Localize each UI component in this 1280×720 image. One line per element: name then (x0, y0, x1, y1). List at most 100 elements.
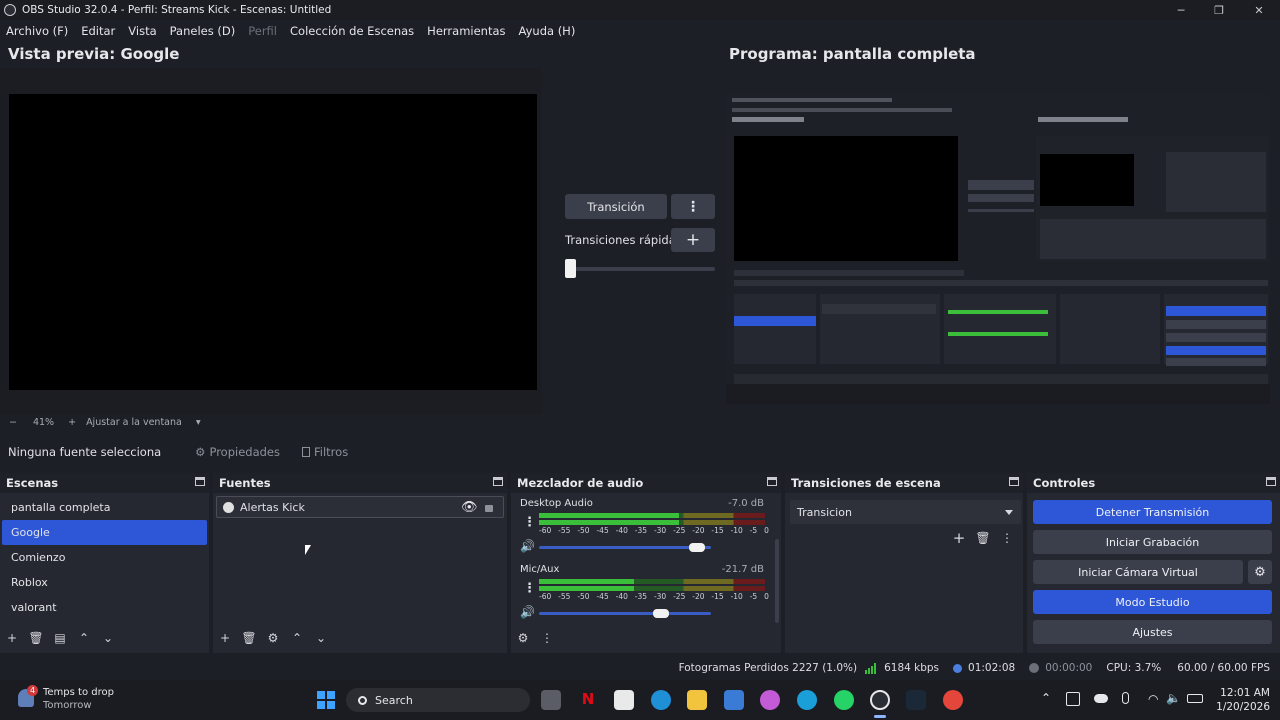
edge-icon[interactable] (651, 690, 671, 710)
volume-slider-handle[interactable] (689, 543, 706, 552)
volume-slider-handle[interactable] (653, 609, 670, 618)
transition-slider-track[interactable] (565, 267, 715, 271)
undock-icon[interactable] (195, 477, 205, 486)
eye-icon[interactable]: 👁 (461, 500, 478, 515)
clock-time[interactable]: 12:01 AM (1216, 687, 1270, 699)
preview-canvas[interactable] (9, 94, 537, 390)
trash-icon[interactable]: 🗑 (24, 631, 48, 645)
filter-icon[interactable]: ▤ (48, 631, 72, 645)
weather-title[interactable]: Temps to drop (43, 687, 114, 698)
scene-item[interactable]: pantalla completa (2, 495, 207, 520)
source-item[interactable]: Alertas Kick 👁 (216, 496, 504, 518)
volume-icon[interactable]: 🔈 (1166, 691, 1181, 705)
chrome-icon[interactable] (943, 690, 963, 710)
undock-icon[interactable] (1009, 477, 1019, 486)
scene-item[interactable]: Roblox (2, 570, 207, 595)
minimize-button[interactable]: ─ (1162, 0, 1200, 20)
undock-icon[interactable] (493, 477, 503, 486)
add-transition-icon[interactable]: + (947, 529, 971, 547)
maximize-button[interactable]: ❐ (1200, 0, 1238, 20)
move-up-icon[interactable]: ⌃ (72, 631, 96, 645)
gear-icon[interactable]: ⚙ (511, 631, 535, 645)
close-button[interactable]: ✕ (1240, 0, 1278, 20)
windows-start-icon[interactable] (317, 691, 335, 709)
start-recording-button[interactable]: Iniciar Grabación (1033, 530, 1272, 554)
gear-icon: ⚙ (195, 445, 206, 459)
transitions-toolbar: + 🗑 ⋮ (947, 527, 1019, 549)
chrome-blue-icon[interactable] (797, 690, 817, 710)
transition-select[interactable]: Transicion (790, 500, 1021, 524)
obs-icon[interactable] (870, 690, 890, 710)
transition-menu-button[interactable]: ⋮ (671, 194, 715, 219)
menu-coleccion[interactable]: Colección de Escenas (290, 24, 414, 38)
copilot-icon[interactable] (760, 690, 780, 710)
volume-slider[interactable] (539, 543, 711, 552)
whatsapp-icon[interactable] (834, 690, 854, 710)
undock-icon[interactable] (1266, 477, 1276, 486)
meter-ticks: -60 -55 -50 -45 -40 -35 -30 -25 -20 -15 -10 -5 0 (539, 526, 769, 535)
zoom-in-button[interactable]: + (68, 417, 76, 428)
store-icon[interactable] (724, 690, 744, 710)
trash-icon[interactable]: 🗑 (971, 531, 995, 545)
menu-icon[interactable]: ⋮ (535, 631, 559, 645)
move-up-icon[interactable]: ⌃ (285, 631, 309, 645)
scene-item[interactable]: valorant (2, 595, 207, 620)
menu-perfil[interactable]: Perfil (248, 24, 277, 38)
start-virtual-camera-button[interactable]: Iniciar Cámara Virtual (1033, 560, 1243, 584)
meter-tick-label: -40 (615, 592, 628, 601)
filters-label: Filtros (314, 445, 349, 459)
microphone-icon[interactable] (1122, 692, 1129, 704)
trash-icon[interactable]: 🗑 (237, 631, 261, 645)
mixer-toolbar: ⚙ ⋮ (511, 627, 559, 649)
file-explorer-icon[interactable] (687, 690, 707, 710)
menu-vista[interactable]: Vista (128, 24, 156, 38)
properties-button[interactable]: ⚙ Propiedades (195, 445, 280, 459)
transition-slider-handle[interactable] (565, 259, 576, 278)
lock-icon[interactable] (485, 505, 493, 512)
studio-mode-button[interactable]: Modo Estudio (1033, 590, 1272, 614)
tray-app-icon[interactable] (1066, 692, 1080, 706)
stop-streaming-button[interactable]: Detener Transmisión (1033, 500, 1272, 524)
roblox-icon[interactable] (614, 690, 634, 710)
clock-date[interactable]: 1/20/2026 (1206, 701, 1270, 713)
onedrive-icon[interactable] (1094, 694, 1108, 703)
filters-button[interactable]: Filtros (302, 445, 348, 459)
add-source-icon[interactable]: + (213, 631, 237, 645)
menu-ayuda[interactable]: Ayuda (H) (519, 24, 576, 38)
chevron-up-icon[interactable]: ⌃ (1041, 691, 1051, 705)
channel-menu-icon[interactable]: ⋮ (523, 581, 536, 596)
move-down-icon[interactable]: ⌄ (309, 631, 333, 645)
menu-herramientas[interactable]: Herramientas (427, 24, 505, 38)
gear-icon[interactable]: ⚙ (261, 631, 285, 645)
chevron-down-icon[interactable]: ▾ (196, 417, 201, 428)
volume-slider[interactable] (539, 609, 711, 618)
menu-paneles[interactable]: Paneles (D) (170, 24, 236, 38)
settings-button[interactable]: Ajustes (1033, 620, 1272, 644)
scene-item-selected[interactable]: Google (2, 520, 207, 545)
speaker-icon[interactable]: 🔊 (520, 605, 535, 619)
mixer-scrollbar[interactable] (775, 539, 779, 623)
taskbar-search[interactable]: Search (346, 688, 530, 712)
fit-window-select[interactable]: Ajustar a la ventana (86, 417, 182, 428)
zoom-out-button[interactable]: − (9, 417, 17, 428)
speaker-icon[interactable]: 🔊 (520, 539, 535, 553)
steam-icon[interactable] (906, 690, 926, 710)
meter-tick-label: -20 (692, 592, 705, 601)
undock-icon[interactable] (767, 477, 777, 486)
add-scene-icon[interactable]: + (0, 631, 24, 645)
battery-icon[interactable] (1187, 694, 1203, 703)
channel-menu-icon[interactable]: ⋮ (523, 515, 536, 530)
gear-icon[interactable]: ⚙ (1248, 560, 1272, 584)
menu-archivo[interactable]: Archivo (F) (6, 24, 68, 38)
netflix-icon[interactable]: N (578, 690, 598, 710)
transition-button[interactable]: Transición (565, 194, 667, 219)
scene-item[interactable]: Comienzo (2, 545, 207, 570)
program-screen-capture (726, 94, 1270, 404)
zoom-level: 41% (32, 416, 55, 428)
task-view-icon[interactable] (541, 690, 561, 710)
menu-editar[interactable]: Editar (81, 24, 115, 38)
move-down-icon[interactable]: ⌄ (96, 631, 120, 645)
menu-icon[interactable]: ⋮ (995, 531, 1019, 545)
wifi-icon[interactable]: ◠ (1148, 692, 1158, 706)
add-quick-transition-button[interactable]: + (671, 228, 715, 252)
